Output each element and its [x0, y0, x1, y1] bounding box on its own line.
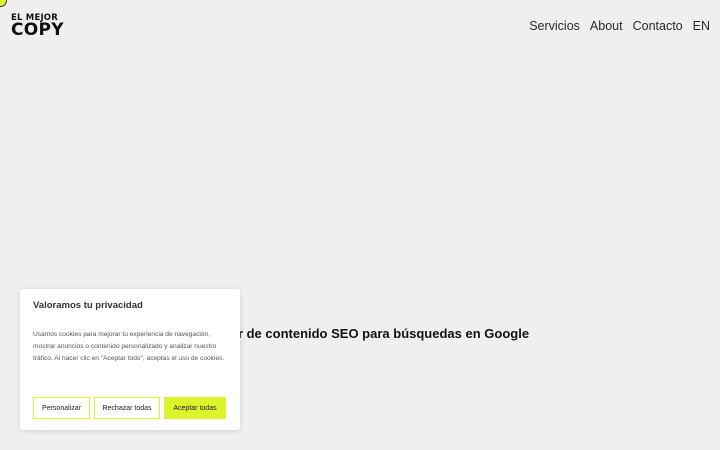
main-nav: Servicios About Contacto EN	[529, 19, 710, 33]
cookie-actions: Personalizar Rechazar todas Aceptar toda…	[33, 397, 226, 419]
nav-item-about[interactable]: About	[590, 19, 623, 33]
cookie-consent-banner: Valoramos tu privacidad Usamos cookies p…	[20, 289, 240, 430]
cursor-dot-icon	[0, 0, 7, 7]
nav-item-servicios[interactable]: Servicios	[529, 19, 580, 33]
language-switch[interactable]: EN	[693, 19, 710, 33]
reject-all-button[interactable]: Rechazar todas	[94, 397, 160, 419]
logo[interactable]: EL MEJOR COPY	[11, 14, 64, 39]
customize-button[interactable]: Personalizar	[33, 397, 90, 419]
page: EL MEJOR COPY Servicios About Contacto E…	[0, 0, 720, 450]
accept-all-button[interactable]: Aceptar todas	[164, 397, 226, 419]
nav-item-contacto[interactable]: Contacto	[633, 19, 683, 33]
logo-line-2: COPY	[11, 19, 64, 40]
hero-heading: or de contenido SEO para búsquedas en Go…	[230, 326, 530, 341]
cookie-description: Usamos cookies para mejorar tu experienc…	[33, 331, 225, 362]
cookie-title: Valoramos tu privacidad	[33, 300, 143, 311]
